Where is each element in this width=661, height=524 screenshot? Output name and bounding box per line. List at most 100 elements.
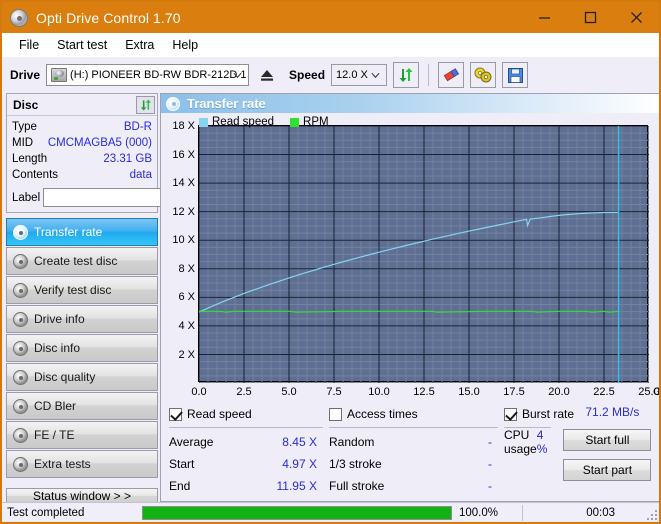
- sidebar-item-extra-tests[interactable]: Extra tests: [6, 450, 158, 478]
- disc-value: CMCMAGBA5 (000): [47, 136, 152, 149]
- x-tick-label: 20.0: [548, 386, 570, 399]
- stat-key: CPU usage: [504, 428, 537, 456]
- erase-button[interactable]: [438, 62, 465, 88]
- access-times-label: Access times: [347, 407, 418, 421]
- legend-swatch-rpm: [290, 117, 300, 127]
- disc-icon: [13, 282, 28, 298]
- stat-value: 11.95 X: [276, 479, 317, 493]
- sidebar-item-label: Verify test disc: [34, 283, 112, 297]
- sidebar-item-fe-te[interactable]: FE / TE: [6, 421, 158, 449]
- stat-row-start: Start 4.97 X: [169, 453, 329, 475]
- start-full-button[interactable]: Start full: [563, 429, 652, 451]
- sidebar-item-label: CD Bler: [34, 399, 77, 413]
- disc-panel-header: Disc: [7, 94, 157, 116]
- save-button[interactable]: [502, 62, 529, 88]
- disc-icon: [13, 311, 28, 327]
- menu-item-file[interactable]: File: [10, 36, 48, 54]
- start-part-button[interactable]: Start part: [563, 459, 652, 481]
- disc-tools-button[interactable]: [470, 62, 497, 88]
- stat-key: Average: [169, 435, 214, 449]
- disc-row-contents: Contents data: [12, 167, 152, 183]
- burst-rate-label: Burst rate: [522, 407, 575, 421]
- close-icon[interactable]: [613, 2, 659, 33]
- speed-label: Speed: [289, 68, 326, 82]
- stat-value: -: [488, 457, 492, 471]
- refresh-button[interactable]: [393, 62, 420, 88]
- disc-row-length: Length 23.31 GB: [12, 151, 152, 167]
- disc-icon: [13, 253, 28, 269]
- burst-rate-checkbox-row[interactable]: Burst rate 71.2 MB/s: [504, 405, 651, 423]
- read-speed-checkbox-row[interactable]: Read speed: [169, 405, 329, 423]
- stat-value: 4 %: [536, 428, 548, 456]
- status-bar: Test completed 100.0% 00:03: [2, 502, 659, 522]
- menu-item-start-test[interactable]: Start test: [48, 36, 116, 54]
- y-tick-label: 10 X: [172, 234, 195, 247]
- access-times-checkbox[interactable]: [329, 407, 342, 421]
- sidebar-item-disc-quality[interactable]: Disc quality: [6, 363, 158, 391]
- menu-item-help[interactable]: Help: [163, 36, 207, 54]
- sidebar-item-drive-info[interactable]: Drive info: [6, 305, 158, 333]
- disc-row-mid: MID CMCMAGBA5 (000): [12, 135, 152, 151]
- read-speed-label: Read speed: [187, 407, 252, 421]
- sidebar-item-label: FE / TE: [34, 428, 75, 442]
- stats-panel: Read speed Average 8.45 X Start 4.97 X E…: [161, 399, 659, 501]
- stat-row-third-stroke: 1/3 stroke -: [329, 453, 504, 475]
- sidebar-item-disc-info[interactable]: Disc info: [6, 334, 158, 362]
- x-tick-label: 5.0: [281, 386, 297, 399]
- y-tick-label: 8 X: [178, 262, 195, 275]
- x-tick-label: 2.5: [236, 386, 252, 399]
- chevron-down-icon: [233, 72, 242, 79]
- sidebar-item-verify-test-disc[interactable]: Verify test disc: [6, 276, 158, 304]
- stat-value: 4.97 X: [282, 457, 317, 471]
- refresh-icon: [399, 68, 413, 82]
- disc-refresh-button[interactable]: [136, 95, 155, 114]
- drive-select[interactable]: (H:) PIONEER BD-RW BDR-212D 1.00: [46, 64, 250, 86]
- disc-icon: [13, 369, 28, 385]
- sidebar-nav: Transfer rate Create test disc Verify te…: [6, 218, 158, 479]
- disc-icon: [13, 398, 28, 414]
- x-tick-label: 17.5: [503, 386, 525, 399]
- progress-percent-text: 100.0%: [459, 506, 499, 519]
- disc-value: data: [129, 168, 152, 181]
- read-speed-checkbox[interactable]: [169, 407, 182, 421]
- burst-rate-checkbox[interactable]: [504, 407, 517, 421]
- speed-select[interactable]: 12.0 X: [331, 64, 388, 86]
- drive-label: Drive: [10, 68, 41, 82]
- toolbar-divider: [428, 64, 430, 86]
- status-message: Test completed: [7, 506, 85, 519]
- access-times-checkbox-row[interactable]: Access times: [329, 405, 504, 423]
- stat-key: Full stroke: [329, 479, 385, 493]
- chevron-down-icon: [371, 72, 380, 79]
- divider: [329, 427, 498, 428]
- disc-icon: [13, 224, 28, 240]
- stat-value: -: [488, 479, 492, 493]
- sidebar-item-label: Transfer rate: [34, 225, 103, 239]
- sidebar-item-create-test-disc[interactable]: Create test disc: [6, 247, 158, 275]
- transfer-rate-plot: [198, 125, 650, 384]
- sidebar-item-label: Create test disc: [34, 254, 118, 268]
- toolbar: Drive (H:) PIONEER BD-RW BDR-212D 1.00 S…: [2, 57, 659, 93]
- disc-icon: [13, 340, 28, 356]
- y-tick-label: 2 X: [178, 348, 195, 361]
- left-sidebar: Disc Type BD-R MID CMCMAGBA5 (000) Lengt…: [2, 93, 249, 504]
- sidebar-item-cd-bler[interactable]: CD Bler: [6, 392, 158, 420]
- disc-key: Type: [12, 120, 37, 133]
- x-tick-label: 15.0: [458, 386, 480, 399]
- divider: [169, 427, 323, 428]
- burst-rate-value: 71.2 MB/s: [585, 405, 640, 419]
- sidebar-item-label: Disc quality: [34, 370, 96, 384]
- chart-legend: Read speed RPM: [199, 116, 329, 128]
- maximize-icon[interactable]: [567, 2, 613, 33]
- resize-grip-icon[interactable]: [647, 510, 657, 520]
- main-content: Disc Type BD-R MID CMCMAGBA5 (000) Lengt…: [2, 93, 659, 504]
- chart-area: Read speed RPM 2 X 4 X 6 X 8 X 10 X 12 X 14 X 1…: [161, 113, 659, 399]
- minimize-icon[interactable]: [521, 2, 567, 33]
- disc-label-row: Label: [7, 185, 249, 212]
- eject-button[interactable]: [255, 63, 280, 87]
- sidebar-item-transfer-rate[interactable]: Transfer rate: [6, 218, 158, 246]
- disc-panel: Disc Type BD-R MID CMCMAGBA5 (000) Lengt…: [6, 93, 249, 213]
- menu-item-extra[interactable]: Extra: [116, 36, 163, 54]
- drive-select-value: (H:) PIONEER BD-RW BDR-212D 1.00: [70, 69, 247, 81]
- disc-key: Length: [12, 152, 48, 165]
- action-buttons: Start full Start part: [563, 429, 652, 481]
